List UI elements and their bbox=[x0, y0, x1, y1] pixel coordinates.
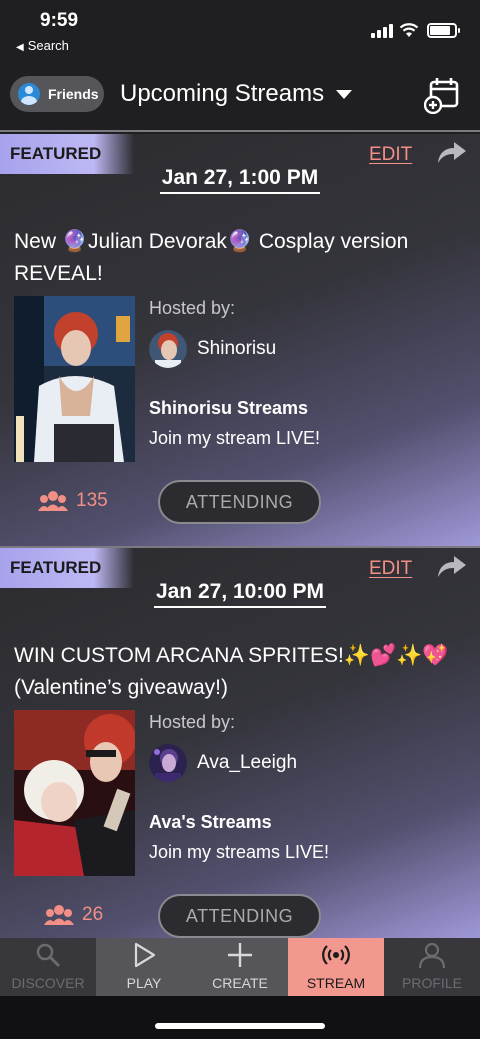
stream-card[interactable]: FEATURED EDIT Jan 27, 1:00 PM New 🔮Julia… bbox=[0, 134, 480, 546]
host-link[interactable]: Ava_Leeigh bbox=[149, 744, 297, 782]
stream-channel-name: Ava's Streams bbox=[149, 812, 272, 832]
broadcast-icon bbox=[322, 945, 350, 965]
play-icon bbox=[134, 942, 156, 968]
tab-play[interactable]: PLAY bbox=[96, 938, 192, 996]
edit-link[interactable]: EDIT bbox=[369, 558, 412, 580]
stream-title: New 🔮Julian Devorak🔮 Cosplay version REV… bbox=[14, 230, 409, 285]
share-arrow-icon[interactable] bbox=[437, 140, 467, 166]
attending-button[interactable]: ATTENDING bbox=[158, 894, 321, 938]
edit-link[interactable]: EDIT bbox=[369, 144, 412, 166]
home-indicator[interactable] bbox=[155, 1023, 325, 1029]
tab-label: PLAY bbox=[126, 975, 162, 991]
status-time: 9:59 bbox=[40, 10, 79, 31]
back-label: Search bbox=[27, 38, 69, 53]
battery-icon bbox=[427, 23, 460, 38]
friends-person-icon bbox=[18, 83, 40, 105]
host-avatar bbox=[149, 744, 187, 782]
tab-discover[interactable]: DISCOVER bbox=[0, 938, 96, 996]
tab-label: STREAM bbox=[306, 975, 366, 991]
tab-stream[interactable]: STREAM bbox=[288, 938, 384, 996]
attendees-group-icon bbox=[44, 905, 74, 925]
attendee-count[interactable]: 135 bbox=[38, 490, 108, 512]
stream-card[interactable]: FEATURED EDIT Jan 27, 10:00 PM WIN CUSTO… bbox=[0, 546, 480, 938]
attendee-count[interactable]: 26 bbox=[44, 904, 103, 926]
attendees-group-icon bbox=[38, 491, 68, 511]
cellular-signal-icon bbox=[371, 24, 393, 38]
header: Friends Upcoming Streams bbox=[0, 62, 480, 132]
friends-button[interactable]: Friends bbox=[10, 76, 104, 112]
host-avatar bbox=[149, 330, 187, 368]
back-triangle-icon: ◀ bbox=[16, 42, 24, 53]
person-icon bbox=[418, 942, 446, 969]
tab-label: DISCOVER bbox=[11, 975, 85, 991]
tab-profile[interactable]: PROFILE bbox=[384, 938, 480, 996]
share-arrow-icon[interactable] bbox=[437, 554, 467, 580]
hosted-by-label: Hosted by: bbox=[149, 712, 236, 732]
chevron-down-icon bbox=[336, 89, 353, 99]
host-link[interactable]: Shinorisu bbox=[149, 330, 276, 368]
tab-label: PROFILE bbox=[402, 975, 462, 991]
attendee-count-number: 26 bbox=[82, 904, 104, 925]
tab-create[interactable]: CREATE bbox=[192, 938, 288, 996]
stream-description: Join my stream LIVE! bbox=[149, 428, 321, 448]
tab-label: CREATE bbox=[212, 975, 268, 991]
stream-channel-name: Shinorisu Streams bbox=[149, 398, 309, 418]
stream-title: WIN CUSTOM ARCANA SPRITES!✨💕✨💖 (Valentin… bbox=[14, 644, 449, 699]
hosted-by-label: Hosted by: bbox=[149, 298, 236, 318]
stream-date: Jan 27, 1:00 PM bbox=[0, 166, 480, 194]
friends-label: Friends bbox=[48, 86, 99, 102]
stream-date: Jan 27, 10:00 PM bbox=[0, 580, 480, 608]
host-name: Ava_Leeigh bbox=[197, 752, 298, 773]
bottom-tab-bar: DISCOVER PLAY CREATE STREAM PROFILE bbox=[0, 938, 480, 996]
attending-button[interactable]: ATTENDING bbox=[158, 480, 321, 524]
stream-description: Join my streams LIVE! bbox=[149, 842, 330, 862]
stream-thumbnail-image[interactable] bbox=[14, 710, 135, 876]
wifi-icon bbox=[399, 23, 419, 37]
streams-filter-dropdown[interactable]: Upcoming Streams bbox=[120, 80, 353, 108]
search-icon bbox=[36, 943, 60, 967]
attendee-count-number: 135 bbox=[76, 490, 108, 511]
host-name: Shinorisu bbox=[197, 338, 277, 359]
status-bar: 9:59 ◀ Search bbox=[0, 0, 480, 62]
stream-thumbnail-image[interactable] bbox=[14, 296, 135, 462]
page-title: Upcoming Streams bbox=[120, 80, 325, 107]
back-to-search-link[interactable]: ◀ Search bbox=[16, 38, 69, 53]
plus-icon bbox=[228, 943, 252, 967]
add-calendar-event-icon[interactable] bbox=[424, 76, 460, 114]
home-indicator-area bbox=[0, 996, 480, 1039]
